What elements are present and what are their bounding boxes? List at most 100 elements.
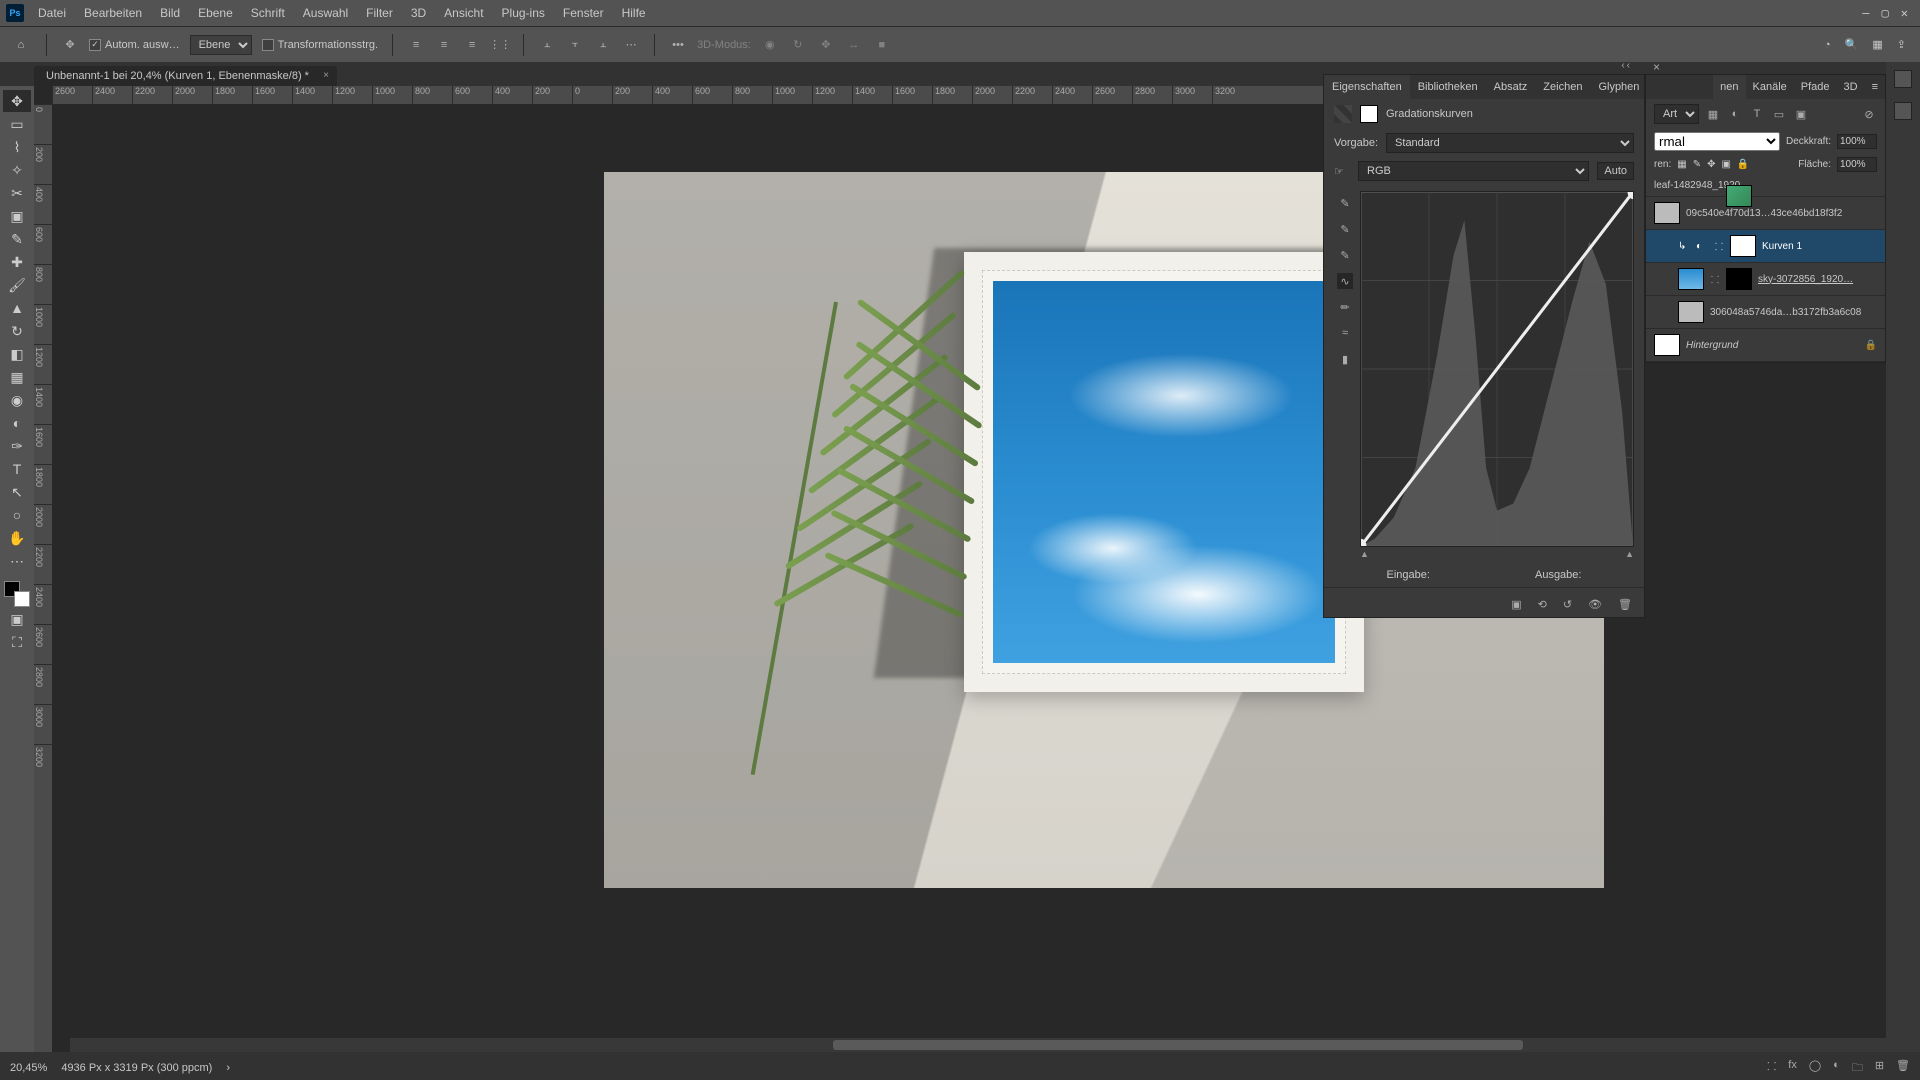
fg-bg-swatch[interactable] — [4, 581, 30, 607]
targeted-adj-icon[interactable]: ☞ — [1334, 165, 1350, 178]
draw-curve-icon[interactable]: ✏ — [1337, 299, 1353, 315]
view-previous-icon[interactable]: ⟲ — [1538, 598, 1547, 611]
lock-position-icon[interactable]: ✥ — [1707, 159, 1715, 170]
tab-eigenschaften[interactable]: Eigenschaften — [1324, 75, 1410, 99]
align-top-icon[interactable]: ⫠ — [538, 36, 556, 54]
quickmask-tool[interactable]: ▣ — [3, 608, 31, 630]
history-brush-tool[interactable]: ↻ — [3, 320, 31, 342]
filter-type-icon[interactable]: T — [1749, 106, 1765, 122]
healing-tool[interactable]: ✚ — [3, 251, 31, 273]
lock-all-icon[interactable]: 🔒 — [1737, 159, 1749, 170]
screenmode-tool[interactable]: ⛶ — [3, 631, 31, 653]
auto-button[interactable]: Auto — [1597, 162, 1634, 180]
document-tab[interactable]: Unbenannt-1 bei 20,4% (Kurven 1, Ebenenm… — [34, 66, 337, 86]
filter-toggle-icon[interactable]: ⊘ — [1861, 106, 1877, 122]
move-tool[interactable]: ✥ — [3, 90, 31, 112]
dodge-tool[interactable]: ◐ — [3, 412, 31, 434]
share-icon[interactable]: ⇪ — [1897, 38, 1906, 51]
brush-tool[interactable]: 🖌 — [3, 274, 31, 296]
marquee-tool[interactable]: ▭ — [3, 113, 31, 135]
distribute-icon[interactable]: ⋮⋮ — [491, 36, 509, 54]
doc-info-chevron[interactable]: › — [226, 1062, 230, 1074]
color-panel-icon[interactable] — [1894, 70, 1912, 88]
add-mask-icon[interactable]: ◯ — [1809, 1059, 1821, 1078]
blur-tool[interactable]: ◉ — [3, 389, 31, 411]
filter-pixel-icon[interactable]: ▦ — [1705, 106, 1721, 122]
black-slider[interactable]: ▲ — [1360, 549, 1369, 559]
channel-select[interactable]: RGB — [1358, 161, 1589, 181]
window-minimize[interactable]: — — [1862, 6, 1869, 20]
lock-transparent-icon[interactable]: ▦ — [1677, 159, 1686, 170]
layer-mask-icon[interactable] — [1360, 105, 1378, 123]
tab-3d[interactable]: 3D — [1837, 75, 1865, 99]
home-icon[interactable]: ⌂ — [10, 34, 32, 56]
curves-graph[interactable] — [1360, 191, 1634, 547]
magic-wand-tool[interactable]: ✧ — [3, 159, 31, 181]
zoom-level[interactable]: 20,45% — [10, 1062, 47, 1074]
blend-mode-select[interactable]: rmal — [1654, 132, 1780, 151]
swatches-panel-icon[interactable] — [1894, 102, 1912, 120]
layer-row[interactable]: 09c540e4f70d13…43ce46bd18f3f2 — [1646, 197, 1885, 230]
search-icon[interactable]: 🔍 — [1845, 38, 1859, 51]
menu-bearbeiten[interactable]: Bearbeiten — [76, 2, 150, 24]
layer-filter-kind[interactable]: Art — [1654, 104, 1699, 124]
crop-tool[interactable]: ✂ — [3, 182, 31, 204]
filter-adj-icon[interactable]: ◐ — [1727, 106, 1743, 122]
canvas-h-scrollbar[interactable] — [70, 1038, 1886, 1052]
eraser-tool[interactable]: ◧ — [3, 343, 31, 365]
tab-kanaele[interactable]: Kanäle — [1746, 75, 1794, 99]
more-align-icon[interactable]: ⋯ — [622, 36, 640, 54]
lock-artboard-icon[interactable]: ▣ — [1721, 159, 1730, 170]
menu-auswahl[interactable]: Auswahl — [295, 2, 356, 24]
smooth-icon[interactable]: ≈ — [1337, 325, 1353, 341]
pen-tool[interactable]: ✑ — [3, 435, 31, 457]
close-tab-icon[interactable]: × — [323, 70, 329, 81]
menu-plugins[interactable]: Plug-ins — [494, 2, 553, 24]
transform-controls-checkbox[interactable]: Transformationsstrg. — [262, 39, 378, 51]
edit-points-icon[interactable]: ∿ — [1337, 273, 1353, 289]
panel-close-icon[interactable]: × — [1653, 60, 1660, 74]
window-close[interactable]: ✕ — [1901, 6, 1908, 20]
window-maximize[interactable]: ▢ — [1882, 6, 1889, 20]
menu-ebene[interactable]: Ebene — [190, 2, 241, 24]
white-slider[interactable]: ▲ — [1625, 549, 1634, 559]
workspace-icon[interactable]: ▦ — [1872, 38, 1882, 51]
type-tool[interactable]: T — [3, 458, 31, 480]
align-hcenter-icon[interactable]: ≡ — [435, 36, 453, 54]
tab-zeichen[interactable]: Zeichen — [1535, 75, 1590, 99]
delete-adj-icon[interactable]: 🗑 — [1618, 598, 1632, 611]
new-adj-icon[interactable]: ◐ — [1833, 1059, 1840, 1078]
toggle-visibility-icon[interactable]: 👁 — [1588, 598, 1602, 611]
sample-white-icon[interactable]: ✎ — [1337, 247, 1353, 263]
reset-icon[interactable]: ↺ — [1563, 598, 1572, 611]
layer-row[interactable]: Hintergrund🔒 — [1646, 329, 1885, 362]
new-group-icon[interactable]: 🗀 — [1852, 1059, 1863, 1078]
cloud-docs-icon[interactable]: ◔ — [1824, 39, 1831, 51]
tab-glyphen[interactable]: Glyphen — [1590, 75, 1647, 99]
sample-black-icon[interactable]: ✎ — [1337, 195, 1353, 211]
doc-info[interactable]: 4936 Px x 3319 Px (300 ppcm) — [61, 1062, 212, 1074]
edit-toolbar[interactable]: ⋯ — [3, 550, 31, 572]
menu-bild[interactable]: Bild — [152, 2, 188, 24]
menu-datei[interactable]: Datei — [30, 2, 74, 24]
layer-row[interactable]: 306048a5746da…b3172fb3a6c08 — [1646, 296, 1885, 329]
stamp-tool[interactable]: ▲ — [3, 297, 31, 319]
menu-fenster[interactable]: Fenster — [555, 2, 612, 24]
shape-tool[interactable]: ○ — [3, 504, 31, 526]
align-vcenter-icon[interactable]: ⫟ — [566, 36, 584, 54]
auto-select-target[interactable]: Ebene — [190, 35, 252, 55]
overflow-icon[interactable]: ••• — [669, 36, 687, 54]
panel-collapse-icon[interactable]: ‹‹ — [1621, 60, 1632, 71]
link-layers-icon[interactable]: ⸬ — [1767, 1059, 1776, 1078]
opacity-input[interactable] — [1837, 134, 1877, 149]
frame-tool[interactable]: ▣ — [3, 205, 31, 227]
filter-shape-icon[interactable]: ▭ — [1771, 106, 1787, 122]
path-select-tool[interactable]: ↖ — [3, 481, 31, 503]
menu-3d[interactable]: 3D — [403, 2, 434, 24]
align-bottom-icon[interactable]: ⫠ — [594, 36, 612, 54]
preset-select[interactable]: Standard — [1386, 133, 1634, 153]
clip-to-layer-icon[interactable]: ▣ — [1511, 598, 1521, 611]
histogram-icon[interactable]: ▮ — [1337, 351, 1353, 367]
layer-fx-icon[interactable]: fx — [1788, 1059, 1797, 1078]
tab-pfade[interactable]: Pfade — [1794, 75, 1837, 99]
